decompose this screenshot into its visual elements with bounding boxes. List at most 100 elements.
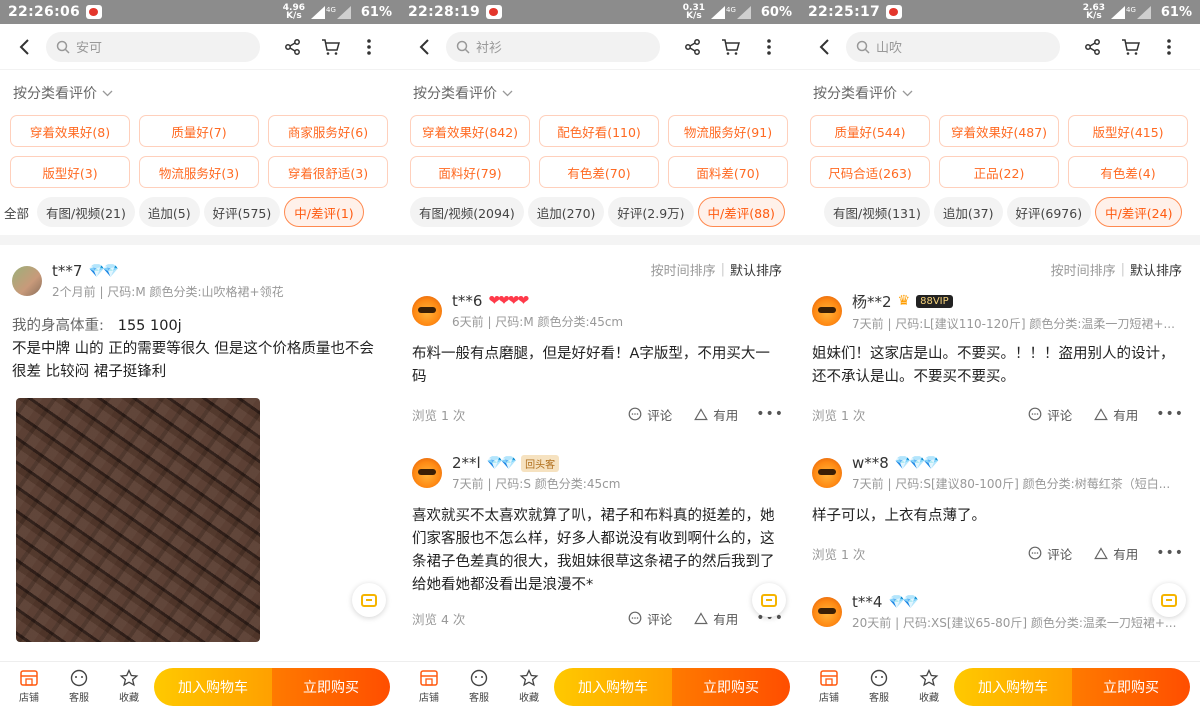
- filter-neutral-negative[interactable]: 中/差评(1): [284, 197, 364, 227]
- share-icon[interactable]: [274, 32, 312, 62]
- cart-icon[interactable]: [1112, 32, 1150, 62]
- category-tag[interactable]: 正品(22): [939, 156, 1059, 188]
- sort-bar: 按时间排序 | 默认排序: [1050, 260, 1182, 279]
- filter-positive[interactable]: 好评(2.9万): [608, 197, 694, 227]
- avatar[interactable]: [412, 458, 442, 488]
- comment-button[interactable]: 评论: [628, 405, 672, 424]
- sort-default[interactable]: 默认排序: [1130, 260, 1182, 279]
- search-input[interactable]: 安可: [46, 31, 260, 62]
- category-tag[interactable]: 面料好(79): [410, 156, 530, 188]
- more-icon[interactable]: •••: [1156, 406, 1184, 422]
- service-button[interactable]: 客服: [54, 669, 104, 704]
- more-menu-icon[interactable]: [350, 32, 388, 62]
- more-menu-icon[interactable]: [750, 32, 788, 62]
- category-tag[interactable]: 商家服务好(6): [268, 115, 388, 147]
- filter-followup[interactable]: 追加(5): [138, 197, 200, 227]
- chat-float-button[interactable]: [752, 583, 786, 617]
- useful-button[interactable]: 有用: [1094, 405, 1138, 424]
- category-tag[interactable]: 有色差(4): [1068, 156, 1188, 188]
- category-tag[interactable]: 质量好(544): [810, 115, 930, 147]
- category-header[interactable]: 按分类看评价: [800, 71, 1200, 115]
- category-header[interactable]: 按分类看评价: [400, 71, 800, 115]
- category-tag[interactable]: 物流服务好(91): [668, 115, 788, 147]
- filter-followup[interactable]: 追加(270): [527, 197, 605, 227]
- favorite-button[interactable]: 收藏: [904, 669, 954, 704]
- useful-button[interactable]: 有用: [1094, 544, 1138, 563]
- add-to-cart-button[interactable]: 加入购物车: [154, 667, 272, 706]
- add-to-cart-button[interactable]: 加入购物车: [954, 667, 1072, 706]
- signal-icon: 4G: [310, 5, 351, 19]
- category-tag[interactable]: 有色差(70): [539, 156, 659, 188]
- avatar[interactable]: [412, 296, 442, 326]
- add-to-cart-button[interactable]: 加入购物车: [554, 667, 672, 706]
- avatar[interactable]: [12, 266, 42, 296]
- search-input[interactable]: 山吹: [846, 31, 1060, 62]
- buy-now-button[interactable]: 立即购买: [672, 667, 790, 706]
- review-photo[interactable]: [16, 398, 260, 642]
- sort-bar: 按时间排序 | 默认排序: [650, 260, 782, 279]
- avatar[interactable]: [812, 597, 842, 627]
- review-meta: 20天前 | 尺码:XS[建议65-80斤] 颜色分类:温柔一刀短裙+...: [852, 616, 1177, 630]
- category-tag[interactable]: 穿着效果好(842): [410, 115, 530, 147]
- more-icon[interactable]: •••: [756, 406, 784, 422]
- sort-by-time[interactable]: 按时间排序: [651, 260, 716, 279]
- filter-with-media[interactable]: 有图/视频(2094): [410, 197, 524, 227]
- back-icon[interactable]: [412, 35, 436, 59]
- shop-button[interactable]: 店铺: [4, 669, 54, 704]
- category-tag[interactable]: 穿着效果好(8): [10, 115, 130, 147]
- cart-icon[interactable]: [712, 32, 750, 62]
- shop-button[interactable]: 店铺: [804, 669, 854, 704]
- reviewer-name: t**4: [852, 593, 883, 611]
- filter-all[interactable]: 全部: [0, 197, 33, 227]
- category-header[interactable]: 按分类看评价: [0, 71, 400, 115]
- filter-neutral-negative[interactable]: 中/差评(88): [697, 197, 785, 227]
- comment-button[interactable]: 评论: [1028, 405, 1072, 424]
- share-icon[interactable]: [1074, 32, 1112, 62]
- filter-neutral-negative[interactable]: 中/差评(24): [1095, 197, 1183, 227]
- sort-default[interactable]: 默认排序: [730, 260, 782, 279]
- search-icon: [856, 40, 870, 54]
- useful-button[interactable]: 有用: [694, 609, 738, 628]
- more-menu-icon[interactable]: [1150, 32, 1188, 62]
- service-button[interactable]: 客服: [854, 669, 904, 704]
- top-nav: 山吹: [800, 24, 1200, 70]
- back-icon[interactable]: [812, 35, 836, 59]
- category-tag[interactable]: 物流服务好(3): [139, 156, 259, 188]
- favorite-button[interactable]: 收藏: [104, 669, 154, 704]
- category-tag[interactable]: 配色好看(110): [539, 115, 659, 147]
- filter-with-media[interactable]: 有图/视频(131): [824, 197, 930, 227]
- category-tag[interactable]: 尺码合适(263): [810, 156, 930, 188]
- shop-button[interactable]: 店铺: [404, 669, 454, 704]
- review-meta: 2个月前 | 尺码:M 颜色分类:山吹格裙+领花: [52, 285, 284, 299]
- useful-button[interactable]: 有用: [694, 405, 738, 424]
- review-item: 杨**2 ♛ 88VIP 7天前 | 尺码:L[建议110-120斤] 颜色分类:温…: [800, 287, 1200, 433]
- category-tag[interactable]: 版型好(3): [10, 156, 130, 188]
- share-icon[interactable]: [674, 32, 712, 62]
- category-tag[interactable]: 质量好(7): [139, 115, 259, 147]
- category-tag[interactable]: 面料差(70): [668, 156, 788, 188]
- buy-now-button[interactable]: 立即购买: [1072, 667, 1190, 706]
- category-tag[interactable]: 穿着很舒适(3): [268, 156, 388, 188]
- comment-button[interactable]: 评论: [1028, 544, 1072, 563]
- cart-icon[interactable]: [312, 32, 350, 62]
- chat-float-button[interactable]: [352, 583, 386, 617]
- back-icon[interactable]: [12, 35, 36, 59]
- category-tag[interactable]: 穿着效果好(487): [939, 115, 1059, 147]
- comment-button[interactable]: 评论: [628, 609, 672, 628]
- triangle-icon: [694, 407, 709, 420]
- service-button[interactable]: 客服: [454, 669, 504, 704]
- more-icon[interactable]: •••: [1156, 545, 1184, 561]
- avatar[interactable]: [812, 458, 842, 488]
- favorite-button[interactable]: 收藏: [504, 669, 554, 704]
- filter-positive[interactable]: 好评(575): [203, 197, 281, 227]
- filter-followup[interactable]: 追加(37): [933, 197, 1003, 227]
- chat-float-button[interactable]: [1152, 583, 1186, 617]
- sort-by-time[interactable]: 按时间排序: [1051, 260, 1116, 279]
- heart-icon: ❤❤❤❤: [488, 293, 529, 309]
- filter-positive[interactable]: 好评(6976): [1006, 197, 1092, 227]
- category-tag[interactable]: 版型好(415): [1068, 115, 1188, 147]
- buy-now-button[interactable]: 立即购买: [272, 667, 390, 706]
- filter-with-media[interactable]: 有图/视频(21): [37, 197, 135, 227]
- avatar[interactable]: [812, 296, 842, 326]
- search-input[interactable]: 衬衫: [446, 31, 660, 62]
